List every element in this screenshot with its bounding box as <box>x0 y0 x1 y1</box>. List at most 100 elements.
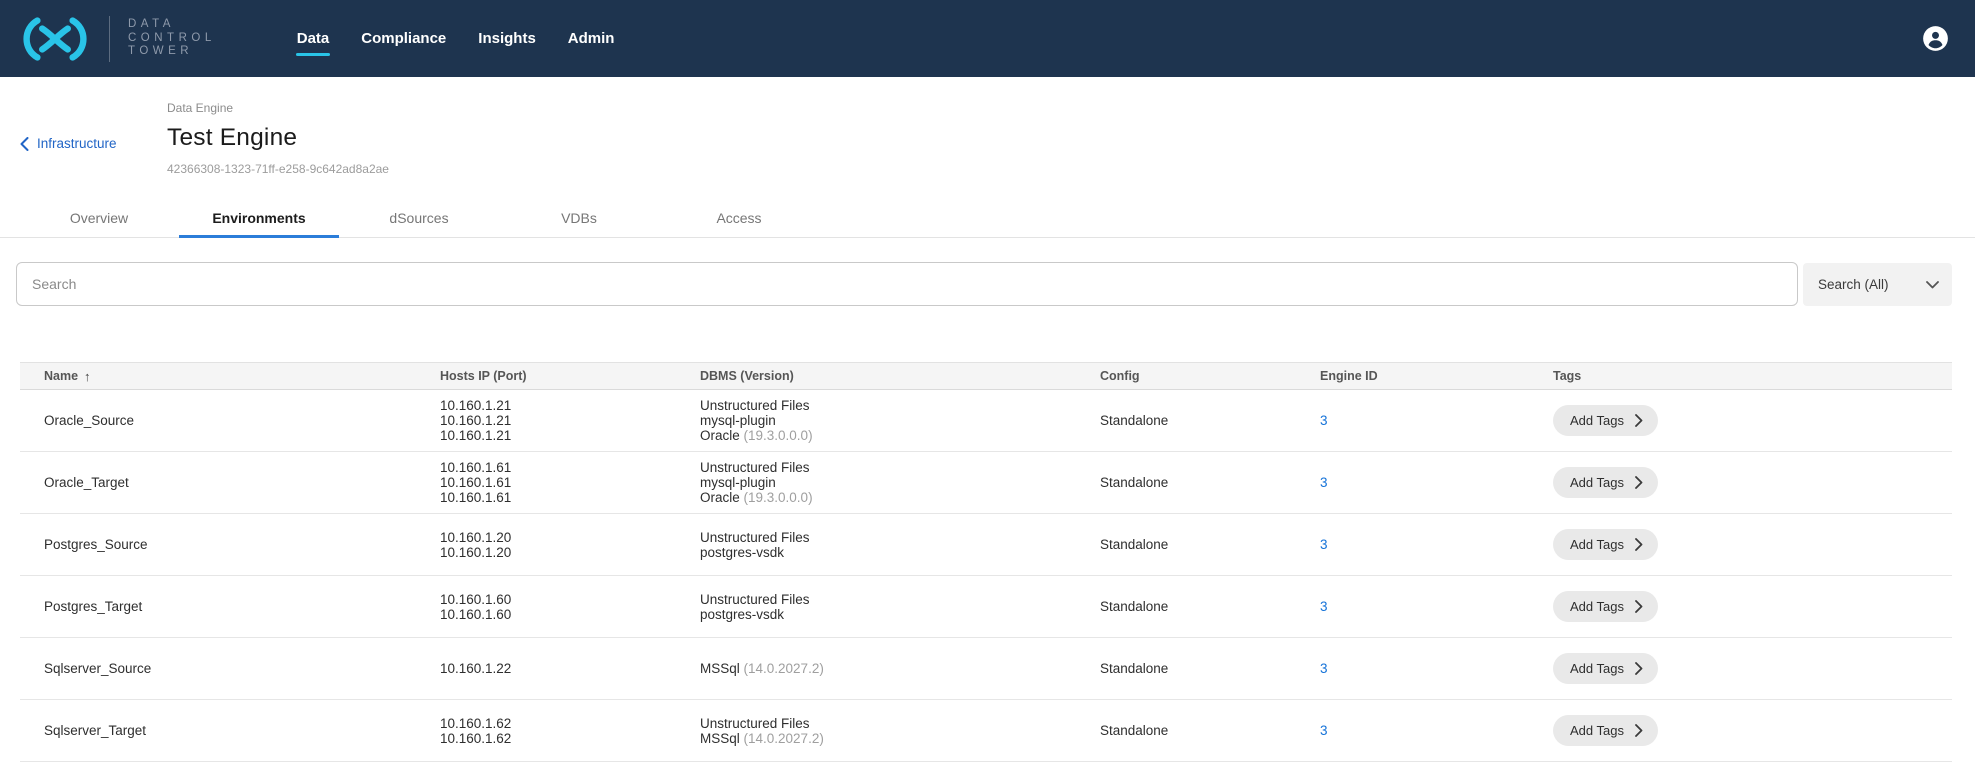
engine-id-link[interactable]: 3 <box>1320 599 1328 614</box>
cell-dbms: Unstructured Filesmysql-pluginOracle (19… <box>700 390 1100 452</box>
engine-id-link[interactable]: 3 <box>1320 723 1328 738</box>
dbms-version: (14.0.2027.2) <box>740 661 824 676</box>
tab-environments[interactable]: Environments <box>179 200 339 237</box>
chevron-right-icon <box>1635 724 1643 737</box>
add-tags-button[interactable]: Add Tags <box>1553 405 1658 436</box>
cell-tags: Add Tags <box>1553 576 1952 638</box>
host-ip: 10.160.1.61 <box>440 475 700 490</box>
cell-name: Postgres_Source <box>20 514 440 576</box>
engine-id-link[interactable]: 3 <box>1320 537 1328 552</box>
dbms-entry: postgres-vsdk <box>700 545 1100 560</box>
cell-config: Standalone <box>1100 700 1320 762</box>
cell-name: Oracle_Source <box>20 390 440 452</box>
column-header-label: Config <box>1100 369 1140 383</box>
tab-access[interactable]: Access <box>659 200 819 237</box>
engine-id-link[interactable]: 3 <box>1320 475 1328 490</box>
add-tags-label: Add Tags <box>1570 599 1624 614</box>
wordmark-line: TOWER <box>128 45 216 59</box>
nav-item-insights[interactable]: Insights <box>477 21 537 56</box>
cell-name: Oracle_Target <box>20 452 440 514</box>
host-ip: 10.160.1.20 <box>440 530 700 545</box>
chevron-right-icon <box>1635 600 1643 613</box>
engine-id-link[interactable]: 3 <box>1320 661 1328 676</box>
column-header-tags[interactable]: Tags <box>1553 363 1952 390</box>
dbms-version: (19.3.0.0.0) <box>740 428 813 443</box>
breadcrumb-label: Infrastructure <box>37 136 117 151</box>
cell-hosts: 10.160.1.6210.160.1.62 <box>440 700 700 762</box>
cell-engine-id: 3 <box>1320 390 1553 452</box>
hosts-stack: 10.160.1.6110.160.1.6110.160.1.61 <box>440 460 700 505</box>
search-row: Search (All) <box>0 262 1975 306</box>
dbms-stack: Unstructured Filesmysql-pluginOracle (19… <box>700 398 1100 443</box>
cell-config: Standalone <box>1100 514 1320 576</box>
column-header-config[interactable]: Config <box>1100 363 1320 390</box>
search-input[interactable] <box>16 262 1798 306</box>
cell-config: Standalone <box>1100 638 1320 700</box>
chevron-right-icon <box>1635 538 1643 551</box>
wordmark-line: DATA <box>128 18 216 32</box>
dbms-version: (19.3.0.0.0) <box>740 490 813 505</box>
nav-item-admin[interactable]: Admin <box>567 21 616 56</box>
column-header-name[interactable]: Name ↑ <box>20 363 440 390</box>
cell-engine-id: 3 <box>1320 576 1553 638</box>
table-header-row: Name ↑ Hosts IP (Port) DBMS (Version) Co… <box>20 363 1952 390</box>
tab-overview[interactable]: Overview <box>19 200 179 237</box>
add-tags-button[interactable]: Add Tags <box>1553 591 1658 622</box>
dbms-entry: Unstructured Files <box>700 592 1100 607</box>
dbms-stack: Unstructured Filesmysql-pluginOracle (19… <box>700 460 1100 505</box>
cell-dbms: Unstructured FilesMSSql (14.0.2027.2) <box>700 700 1100 762</box>
page-head: Infrastructure Data Engine Test Engine 4… <box>0 77 1975 200</box>
cell-engine-id: 3 <box>1320 514 1553 576</box>
page-title: Test Engine <box>167 124 389 152</box>
add-tags-button[interactable]: Add Tags <box>1553 653 1658 684</box>
add-tags-label: Add Tags <box>1570 475 1624 490</box>
engine-id-link[interactable]: 3 <box>1320 413 1328 428</box>
sort-ascending-icon: ↑ <box>84 369 91 384</box>
nav-item-compliance[interactable]: Compliance <box>360 21 447 56</box>
hosts-stack: 10.160.1.6210.160.1.62 <box>440 716 700 746</box>
add-tags-button[interactable]: Add Tags <box>1553 467 1658 498</box>
tab-vdbs[interactable]: VDBs <box>499 200 659 237</box>
dbms-entry: MSSql (14.0.2027.2) <box>700 661 1100 676</box>
cell-dbms: Unstructured Filespostgres-vsdk <box>700 514 1100 576</box>
column-header-label: DBMS (Version) <box>700 369 794 383</box>
table-row: Sqlserver_Target 10.160.1.6210.160.1.62 … <box>20 700 1952 762</box>
environments-table: Name ↑ Hosts IP (Port) DBMS (Version) Co… <box>20 362 1952 762</box>
column-header-dbms[interactable]: DBMS (Version) <box>700 363 1100 390</box>
cell-engine-id: 3 <box>1320 452 1553 514</box>
cell-tags: Add Tags <box>1553 514 1952 576</box>
cell-dbms: Unstructured Filesmysql-pluginOracle (19… <box>700 452 1100 514</box>
chevron-right-icon <box>1635 476 1643 489</box>
add-tags-button[interactable]: Add Tags <box>1553 529 1658 560</box>
table-row: Postgres_Target 10.160.1.6010.160.1.60 U… <box>20 576 1952 638</box>
user-account-icon[interactable] <box>1922 25 1949 52</box>
title-block: Data Engine Test Engine 42366308-1323-71… <box>167 101 389 176</box>
cell-name: Postgres_Target <box>20 576 440 638</box>
breadcrumb-back[interactable]: Infrastructure <box>20 136 117 151</box>
add-tags-label: Add Tags <box>1570 537 1624 552</box>
table-row: Oracle_Source 10.160.1.2110.160.1.2110.1… <box>20 390 1952 452</box>
host-ip: 10.160.1.62 <box>440 716 700 731</box>
tab-dsources[interactable]: dSources <box>339 200 499 237</box>
cell-name: Sqlserver_Target <box>20 700 440 762</box>
add-tags-label: Add Tags <box>1570 661 1624 676</box>
add-tags-button[interactable]: Add Tags <box>1553 715 1658 746</box>
cell-engine-id: 3 <box>1320 700 1553 762</box>
cell-hosts: 10.160.1.2010.160.1.20 <box>440 514 700 576</box>
host-ip: 10.160.1.21 <box>440 413 700 428</box>
column-header-label: Name <box>44 369 78 383</box>
app-header: DATA CONTROL TOWER Data Compliance Insig… <box>0 0 1975 77</box>
cell-dbms: MSSql (14.0.2027.2) <box>700 638 1100 700</box>
add-tags-label: Add Tags <box>1570 413 1624 428</box>
engine-uuid: 42366308-1323-71ff-e258-9c642ad8a2ae <box>167 162 389 176</box>
search-scope-dropdown[interactable]: Search (All) <box>1803 263 1952 306</box>
host-ip: 10.160.1.22 <box>440 661 700 676</box>
column-header-hosts[interactable]: Hosts IP (Port) <box>440 363 700 390</box>
host-ip: 10.160.1.61 <box>440 490 700 505</box>
cell-config: Standalone <box>1100 390 1320 452</box>
cell-tags: Add Tags <box>1553 452 1952 514</box>
chevron-down-icon <box>1926 281 1939 289</box>
column-header-engine-id[interactable]: Engine ID <box>1320 363 1553 390</box>
nav-item-data[interactable]: Data <box>296 21 331 56</box>
dbms-stack: Unstructured FilesMSSql (14.0.2027.2) <box>700 716 1100 746</box>
